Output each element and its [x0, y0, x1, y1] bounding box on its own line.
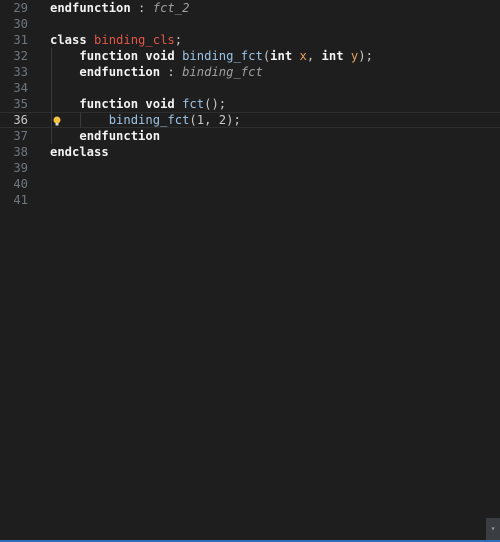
- code-line[interactable]: 32 function void binding_fct(int x, int …: [0, 48, 500, 64]
- line-number: 40: [13, 177, 28, 191]
- line-number: 37: [13, 129, 28, 143]
- line-number: 38: [13, 145, 28, 159]
- code-line[interactable]: 34: [0, 80, 500, 96]
- indent-guide: [51, 48, 52, 144]
- code-line[interactable]: 40: [0, 176, 500, 192]
- line-number: 41: [13, 193, 28, 207]
- code-line[interactable]: 30: [0, 16, 500, 32]
- code-token: x: [299, 49, 307, 63]
- code-token: :: [130, 1, 153, 15]
- code-line[interactable]: 29 endfunction : fct_2: [0, 0, 500, 16]
- code-token: int: [270, 49, 300, 63]
- scroll-corner-icon[interactable]: ▾: [486, 518, 500, 540]
- code-text: endfunction: [50, 128, 160, 144]
- code-token: fct_2: [152, 1, 190, 15]
- code-token: int: [321, 49, 351, 63]
- code-text: endfunction : fct_2: [50, 0, 189, 16]
- code-token: ;: [174, 33, 183, 47]
- line-number: 35: [13, 97, 28, 111]
- line-number: 32: [13, 49, 28, 63]
- code-line[interactable]: 31 class binding_cls;: [0, 32, 500, 48]
- code-token: endclass: [50, 145, 109, 159]
- code-token: ();: [204, 97, 227, 111]
- code-line[interactable]: 35 function void fct();: [0, 96, 500, 112]
- line-number: 31: [13, 33, 28, 47]
- code-line[interactable]: 41: [0, 192, 500, 208]
- line-number: 30: [13, 17, 28, 31]
- code-token: :: [160, 65, 183, 79]
- code-line[interactable]: 36 binding_fct(1, 2);: [0, 112, 500, 128]
- code-token: binding_fct: [182, 49, 263, 63]
- code-text: class binding_cls;: [50, 32, 182, 48]
- line-number: 34: [13, 81, 28, 95]
- code-token: class: [50, 33, 95, 47]
- code-token: ,: [306, 49, 322, 63]
- line-number: 39: [13, 161, 28, 175]
- code-token: fct: [182, 97, 205, 111]
- code-text: function void binding_fct(int x, int y);: [50, 48, 373, 64]
- code-line[interactable]: 39: [0, 160, 500, 176]
- code-token: );: [358, 49, 373, 63]
- code-token: (1, 2);: [189, 113, 241, 127]
- code-text: endclass: [50, 144, 109, 160]
- code-text: function void fct();: [50, 96, 226, 112]
- code-token: binding_fct: [108, 113, 190, 127]
- code-token: function void: [79, 49, 183, 63]
- code-line[interactable]: 37 endfunction: [0, 128, 500, 144]
- code-token: binding_cls: [94, 33, 175, 47]
- indent-guide: [80, 112, 82, 128]
- code-token: endfunction: [50, 1, 131, 15]
- code-line[interactable]: 38 endclass: [0, 144, 500, 160]
- code-token: function void: [79, 97, 183, 111]
- code-token: endfunction: [79, 129, 161, 143]
- line-number: 29: [13, 1, 28, 15]
- code-token: binding_fct: [182, 65, 263, 79]
- line-number: 33: [13, 65, 28, 79]
- line-number: 36: [13, 113, 28, 127]
- code-line[interactable]: 33 endfunction : binding_fct: [0, 64, 500, 80]
- code-text: endfunction : binding_fct: [50, 64, 263, 80]
- code-text: binding_fct(1, 2);: [50, 113, 241, 127]
- code-token: endfunction: [79, 65, 161, 79]
- code-editor[interactable]: 29 endfunction : fct_2 30 31 class binding_c…: [0, 0, 500, 540]
